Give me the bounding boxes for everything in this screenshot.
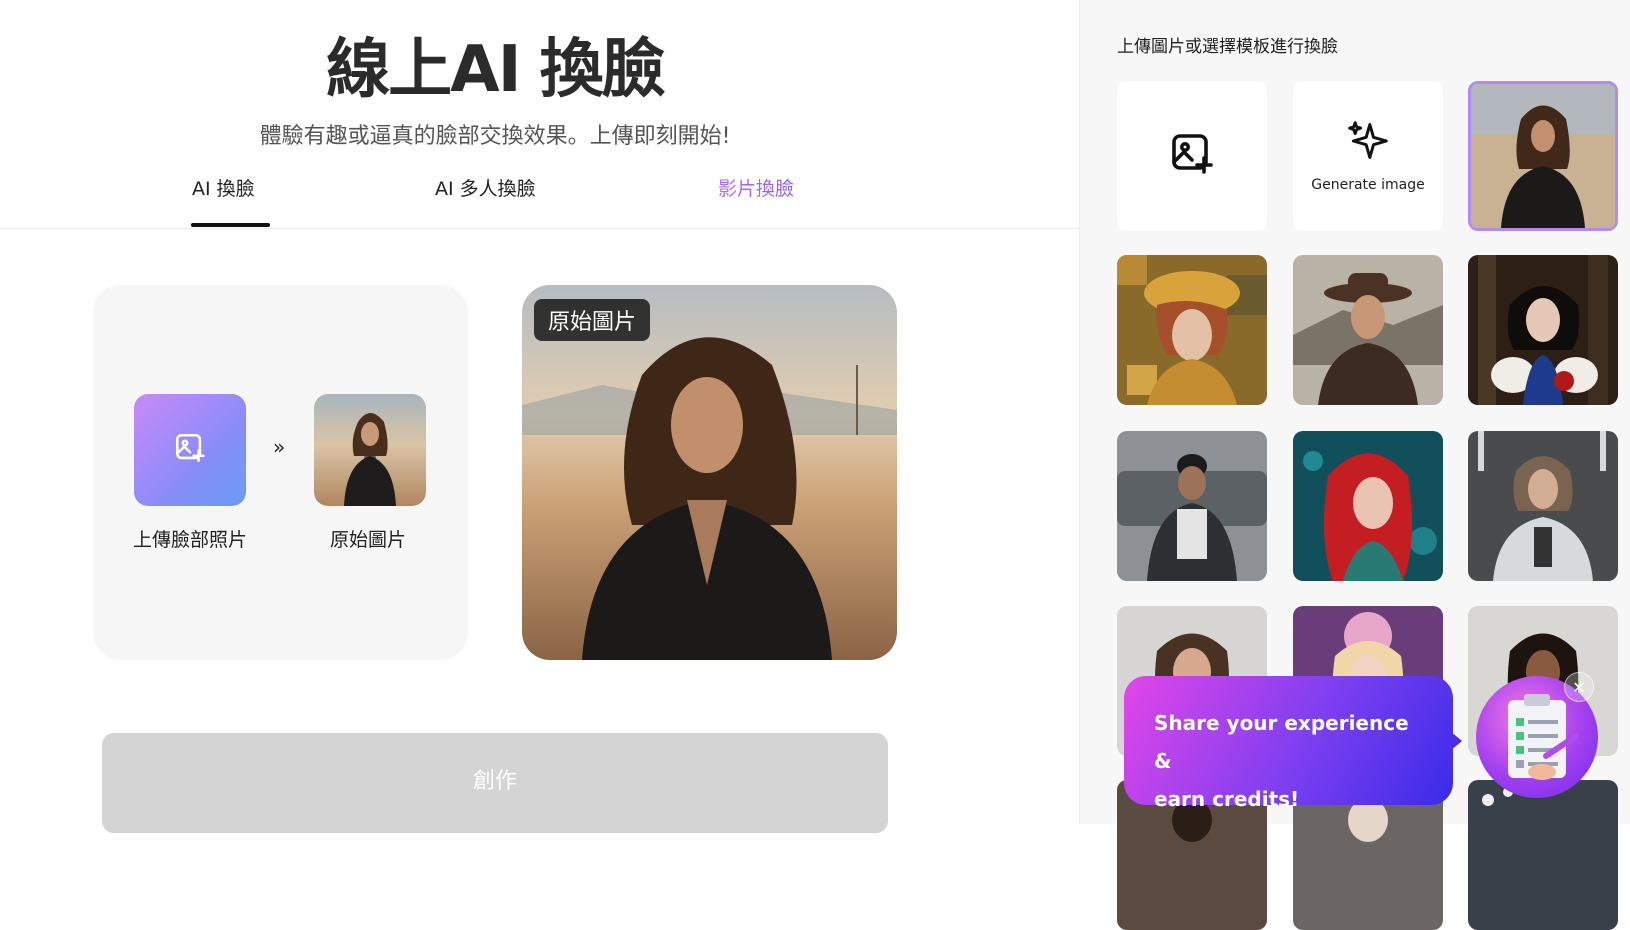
tab-label: AI 多人換臉 [435,178,536,200]
add-image-icon [1168,130,1216,182]
template-cowboy-man[interactable] [1293,255,1443,405]
template-dark-hair-woman-apple[interactable] [1468,255,1618,405]
template-golden-mosaic-woman[interactable] [1117,255,1267,405]
double-chevron-icon: » [273,435,286,459]
upload-face-button[interactable] [134,394,246,506]
tab-ai-multi-face-swap[interactable]: AI 多人換臉 [435,174,536,201]
share-experience-toast[interactable]: Share your experience & earn credits! [1124,676,1453,811]
toast-line-2: earn credits! [1154,787,1300,811]
sparkle-icon [1346,119,1390,167]
toast-pointer [1450,731,1462,751]
upload-face-label: 上傳臉部照片 [133,529,248,551]
template-man-with-car[interactable] [1117,431,1267,581]
tab-label: 影片換臉 [718,178,795,200]
upload-panel: » 上傳臉部照片 原始圖片 [93,285,468,660]
template-partial-row[interactable] [1468,780,1618,930]
toast-line-1: Share your experience & [1154,711,1409,773]
add-image-icon [173,431,207,469]
template-red-hair-woman[interactable] [1293,431,1443,581]
original-image-thumbnail[interactable] [314,394,426,506]
tab-ai-face-swap[interactable]: AI 換臉 [192,174,255,201]
page-title: 線上AI 換臉 [326,33,666,107]
generate-image-tile[interactable]: Generate image [1293,81,1443,231]
original-image-preview: 原始圖片 [522,285,897,660]
page-subtitle: 體驗有趣或逼真的臉部交換效果。上傳即刻開始! [259,124,731,149]
preview-badge: 原始圖片 [534,299,651,341]
tab-video-face-swap[interactable]: 影片換臉 [718,174,794,201]
generate-image-label: Generate image [1311,177,1425,193]
original-image-label: 原始圖片 [330,529,407,551]
close-icon[interactable]: ✕ [1564,672,1594,702]
template-selected-biker-woman[interactable] [1468,81,1618,231]
main-area: 線上AI 換臉 體驗有趣或逼真的臉部交換效果。上傳即刻開始! AI 換臉 AI … [0,0,1079,833]
tab-bar: AI 換臉 AI 多人換臉 影片換臉 [0,166,1079,229]
sidebar-heading: 上傳圖片或選擇模板進行換臉 [1117,37,1338,57]
upload-image-tile[interactable] [1117,81,1267,231]
tab-label: AI 換臉 [192,178,255,200]
active-tab-indicator [191,223,270,227]
template-space-suit-woman[interactable] [1468,431,1618,581]
create-button[interactable]: 創作 [102,733,888,833]
